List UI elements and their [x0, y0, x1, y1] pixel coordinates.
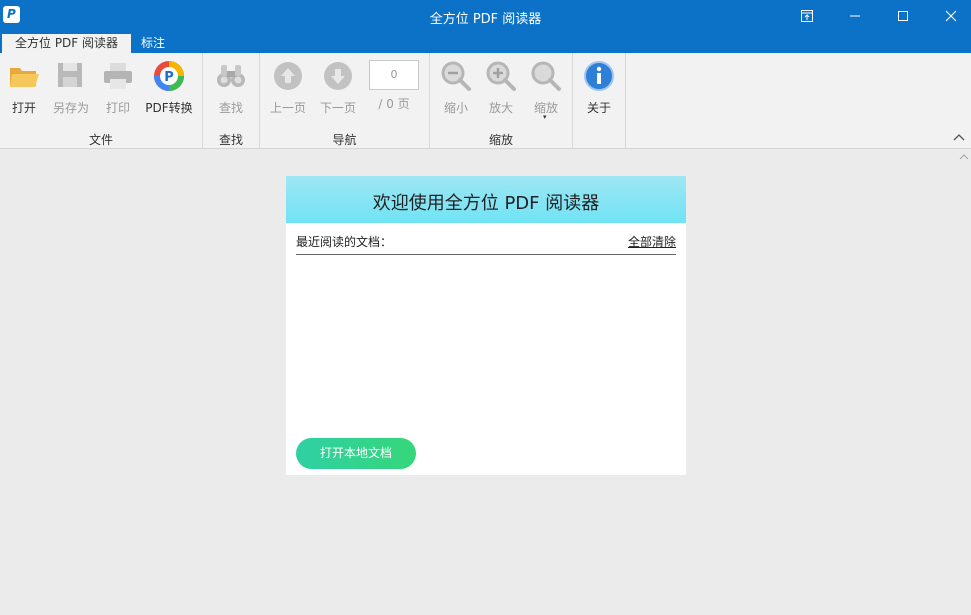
find-group: 查找 查找	[203, 53, 260, 149]
zoom-icon	[531, 61, 561, 91]
close-icon	[945, 10, 957, 22]
arrow-up-icon	[274, 62, 302, 90]
about-button[interactable]: 关于	[575, 57, 623, 117]
welcome-title: 欢迎使用全方位 PDF 阅读器	[372, 193, 600, 214]
zoom-dropdown-arrow-icon[interactable]: ▾	[543, 113, 547, 121]
welcome-header: 欢迎使用全方位 PDF 阅读器	[286, 176, 686, 223]
about-group: 关于	[573, 53, 626, 149]
about-label: 关于	[586, 101, 611, 115]
tab-home[interactable]: 全方位 PDF 阅读器	[2, 34, 132, 53]
pin-button[interactable]	[784, 0, 830, 32]
divider	[296, 254, 676, 255]
page-total-label: / 0 页	[378, 97, 410, 111]
binoculars-icon	[217, 65, 245, 87]
find-label: 查找	[218, 101, 243, 115]
zoom-in-icon	[486, 61, 516, 91]
minimize-button[interactable]	[832, 0, 878, 32]
open-local-document-button[interactable]: 打开本地文档	[296, 438, 416, 469]
arrow-down-icon	[324, 62, 352, 90]
scroll-up-arrow-icon[interactable]	[958, 152, 970, 162]
printer-icon	[104, 63, 132, 89]
next-page-button[interactable]: 下一页	[314, 57, 362, 117]
collapse-ribbon-icon[interactable]	[952, 131, 966, 143]
ribbon-toolbar: 打开 另存为 打印 P PDF转换 文件 查找 查找 上一页 下一页 导航 缩小…	[0, 53, 971, 149]
zoom-out-icon	[441, 61, 471, 91]
recent-documents-label: 最近阅读的文档：	[296, 235, 393, 249]
svg-text:P: P	[164, 70, 174, 85]
ribbon-tab-strip: 全方位 PDF 阅读器 标注	[0, 32, 971, 53]
file-group: 打开 另存为 打印 P PDF转换 文件	[0, 53, 203, 149]
info-icon	[584, 61, 614, 91]
pdf-convert-icon: P	[154, 61, 184, 91]
recent-documents-list	[296, 256, 676, 426]
pdf-convert-label: PDF转换	[145, 101, 193, 115]
minimize-icon	[850, 15, 860, 17]
find-group-label: 查找	[218, 133, 243, 147]
zoom-group: 缩小 放大 缩放 缩放	[430, 53, 573, 149]
close-button[interactable]	[928, 0, 971, 32]
maximize-button[interactable]	[880, 0, 926, 32]
title-bar: 全方位 PDF 阅读器	[0, 0, 971, 32]
welcome-panel: 欢迎使用全方位 PDF 阅读器 最近阅读的文档： 全部清除 打开本地文档	[286, 176, 686, 475]
navigation-group-label: 导航	[332, 133, 357, 147]
zoom-group-label: 缩放	[488, 133, 513, 147]
maximize-icon	[898, 11, 908, 21]
zoom-button[interactable]: 缩放	[522, 57, 570, 117]
tab-annotate[interactable]: 标注	[128, 34, 178, 53]
prev-page-button[interactable]: 上一页	[264, 57, 312, 117]
folder-open-icon	[10, 68, 39, 87]
print-button[interactable]: 打印	[94, 57, 142, 117]
clear-all-link[interactable]: 全部清除	[628, 233, 676, 250]
file-group-label: 文件	[88, 133, 113, 147]
page-number-input[interactable]: 0	[369, 60, 419, 90]
find-button[interactable]: 查找	[207, 57, 255, 117]
save-as-icon	[58, 63, 82, 87]
next-page-label: 下一页	[319, 101, 356, 115]
pdf-convert-button[interactable]: P PDF转换	[145, 57, 193, 117]
pin-icon	[801, 10, 813, 22]
